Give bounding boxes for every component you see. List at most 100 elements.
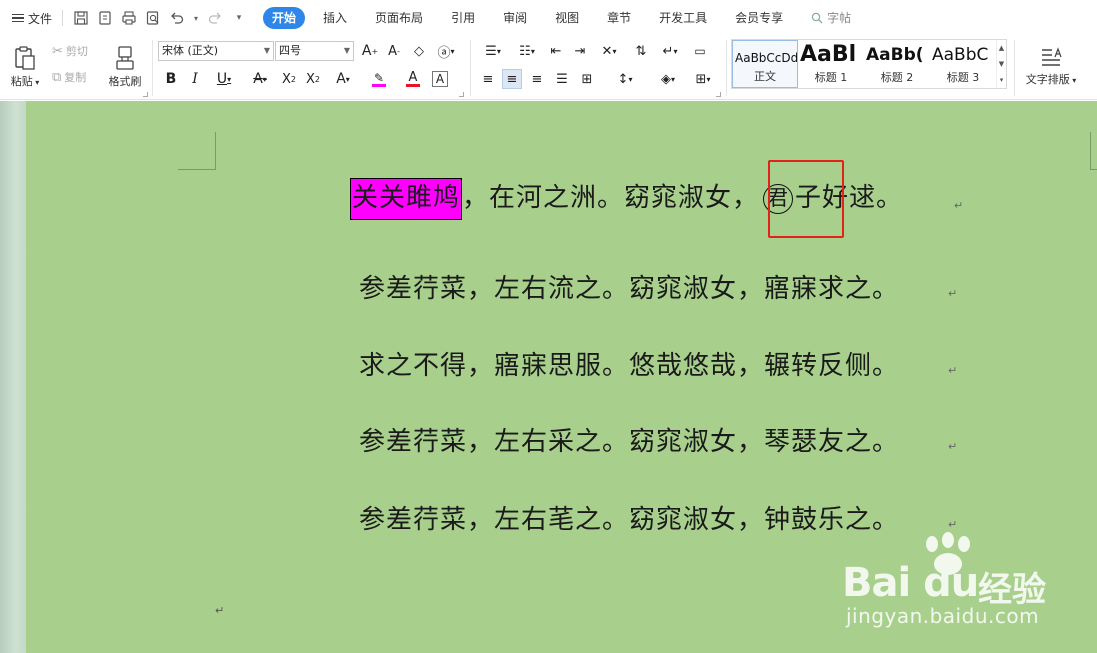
undo-icon[interactable] — [168, 9, 186, 27]
highlight-color-button[interactable]: ✎ — [364, 69, 394, 89]
paragraph-mark: ↵ — [948, 440, 958, 453]
paragraph-group-launcher[interactable] — [716, 92, 721, 97]
paste-button[interactable]: 粘贴 ▾ — [6, 40, 44, 94]
character-border-icon[interactable]: A — [432, 71, 448, 87]
expand-icon: ▾ — [999, 76, 1004, 84]
page-corner-mark — [1090, 132, 1097, 170]
divider — [62, 10, 64, 26]
font-name-select[interactable]: 宋体 (正文) ▼ — [158, 41, 274, 61]
underline-icon[interactable]: U ▾ — [209, 69, 239, 89]
tab-page-layout[interactable]: 页面布局 — [365, 7, 433, 29]
phonetic-guide-icon[interactable]: ⓐ ▾ — [433, 41, 459, 61]
sort-icon[interactable]: ⇅ — [631, 41, 651, 61]
subscript-icon[interactable]: X2 — [303, 69, 323, 89]
style-heading-1[interactable]: AaBl 标题 1 — [798, 40, 864, 88]
style-normal[interactable]: AaBbCcDd 正文 — [732, 40, 798, 88]
style-name: 正文 — [754, 70, 776, 83]
align-right-icon[interactable]: ≡ — [527, 69, 547, 89]
cut-button[interactable]: ✂ 剪切 — [52, 42, 88, 60]
clear-format-icon[interactable]: ◇ — [409, 41, 429, 61]
tab-home[interactable]: 开始 — [263, 7, 306, 29]
styles-scroll[interactable]: ▲ ▼ ▾ — [996, 40, 1006, 88]
scissors-icon: ✂ — [52, 43, 63, 59]
font-color-swatch — [406, 84, 420, 87]
highlight-color-swatch — [372, 83, 386, 87]
font-color-button[interactable]: A — [399, 69, 427, 89]
document-left-margin — [0, 101, 26, 653]
tab-member[interactable]: 会员专享 — [725, 7, 793, 29]
strikethrough-icon[interactable]: A ▾ — [245, 69, 275, 89]
paragraph-line-4[interactable]: 参差荇菜，左右采之。窈窕淑女，琴瑟友之。 — [359, 421, 899, 458]
save-icon[interactable] — [72, 9, 90, 27]
distributed-icon[interactable]: ⊞ — [577, 69, 597, 89]
redo-icon[interactable] — [206, 9, 224, 27]
divider — [152, 40, 153, 96]
search-label: 字帖 — [827, 11, 852, 25]
text-layout-button[interactable]: 文字排版 ▾ — [1020, 40, 1082, 94]
style-name: 标题 1 — [814, 71, 848, 84]
tab-insert[interactable]: 插入 — [313, 7, 357, 29]
style-sample: AaBbCcDd — [735, 51, 798, 65]
bold-icon[interactable]: B — [161, 69, 181, 89]
chevron-down-icon: ▼ — [998, 60, 1005, 68]
align-center-icon[interactable]: ≡ — [502, 69, 522, 89]
paragraph-line-2[interactable]: 参差荇菜，左右流之。窈窕淑女，寤寐求之。 — [359, 268, 899, 305]
shading-icon[interactable]: ◈ ▾ — [653, 69, 683, 89]
style-sample: AaBb( — [866, 45, 924, 65]
file-menu-button[interactable]: 文件 — [10, 5, 54, 31]
borders-icon[interactable]: ⊞ ▾ — [688, 69, 718, 89]
decrease-indent-icon[interactable]: ⇤ — [546, 41, 566, 61]
cut-label: 剪切 — [65, 45, 88, 58]
highlighted-text[interactable]: 关关雎鸠 — [350, 178, 463, 220]
tab-developer[interactable]: 开发工具 — [649, 7, 717, 29]
tab-search[interactable]: 字帖 — [801, 7, 861, 29]
ribbon-tabs: 开始 插入 页面布局 引用 审阅 视图 章节 开发工具 会员专享 字帖 — [263, 7, 869, 29]
numbered-list-icon[interactable]: ☷ ▾ — [512, 41, 542, 61]
justify-icon[interactable]: ☰ — [552, 69, 572, 89]
undo-dropdown-icon[interactable]: ▾ — [192, 9, 200, 27]
paragraph-line-5[interactable]: 参差荇菜，左右芼之。窈窕淑女，钟鼓乐之。 — [359, 499, 899, 536]
paragraph-mark: ↵ — [954, 199, 964, 212]
tab-review[interactable]: 审阅 — [493, 7, 537, 29]
style-sample: AaBl — [800, 42, 857, 67]
page-corner-mark — [178, 132, 216, 170]
format-painter-label: 格式刷 — [108, 75, 142, 88]
tab-view[interactable]: 视图 — [545, 7, 589, 29]
paragraph-mark: ↵ — [215, 604, 225, 617]
shrink-font-icon[interactable]: A- — [384, 41, 404, 61]
tab-chapter[interactable]: 章节 — [597, 7, 641, 29]
ruler-icon[interactable]: ▭ — [690, 41, 710, 61]
paste-label: 粘贴 — [10, 75, 33, 88]
line-text: ，在河之洲。窈窕淑女， — [462, 183, 760, 213]
superscript-icon[interactable]: X2 — [279, 69, 299, 89]
export-pdf-icon[interactable] — [96, 9, 114, 27]
search-icon — [811, 12, 823, 24]
font-size-select[interactable]: 四号 ▼ — [275, 41, 354, 61]
text-layout-icon — [1042, 47, 1062, 66]
print-icon[interactable] — [120, 9, 138, 27]
print-preview-icon[interactable] — [144, 9, 162, 27]
bullet-list-icon[interactable]: ☰ ▾ — [478, 41, 508, 61]
grow-font-icon[interactable]: A + — [360, 41, 380, 61]
chevron-down-icon: ▼ — [263, 46, 270, 55]
style-heading-2[interactable]: AaBb( 标题 2 — [864, 40, 930, 88]
copy-button[interactable]: ⧉ 复制 — [52, 68, 86, 86]
customize-toolbar-icon[interactable]: ▾ — [230, 9, 248, 27]
align-left-icon[interactable]: ≡ — [478, 69, 498, 89]
line-spacing-icon[interactable]: ↕ ▾ — [610, 69, 640, 89]
italic-icon[interactable]: I — [185, 69, 205, 89]
paragraph-mark: ↵ — [948, 287, 958, 300]
chinese-layout-icon[interactable]: ✕ ▾ — [595, 41, 623, 61]
show-marks-icon[interactable]: ↵ ▾ — [655, 41, 685, 61]
format-painter-icon — [116, 46, 134, 70]
font-group-launcher[interactable] — [459, 92, 464, 97]
style-heading-3[interactable]: AaBbC 标题 3 — [930, 40, 996, 88]
increase-indent-icon[interactable]: ⇥ — [570, 41, 590, 61]
tab-references[interactable]: 引用 — [441, 7, 485, 29]
text-layout-label: 文字排版 — [1025, 73, 1070, 86]
clipboard-group-launcher[interactable] — [143, 92, 148, 97]
paragraph-line-3[interactable]: 求之不得，寤寐思服。悠哉悠哉，辗转反侧。 — [359, 345, 899, 382]
text-effect-icon[interactable]: A ▾ — [329, 69, 357, 89]
watermark-logo: Bai du — [842, 560, 979, 606]
format-painter-button[interactable]: 格式刷 — [104, 40, 146, 94]
